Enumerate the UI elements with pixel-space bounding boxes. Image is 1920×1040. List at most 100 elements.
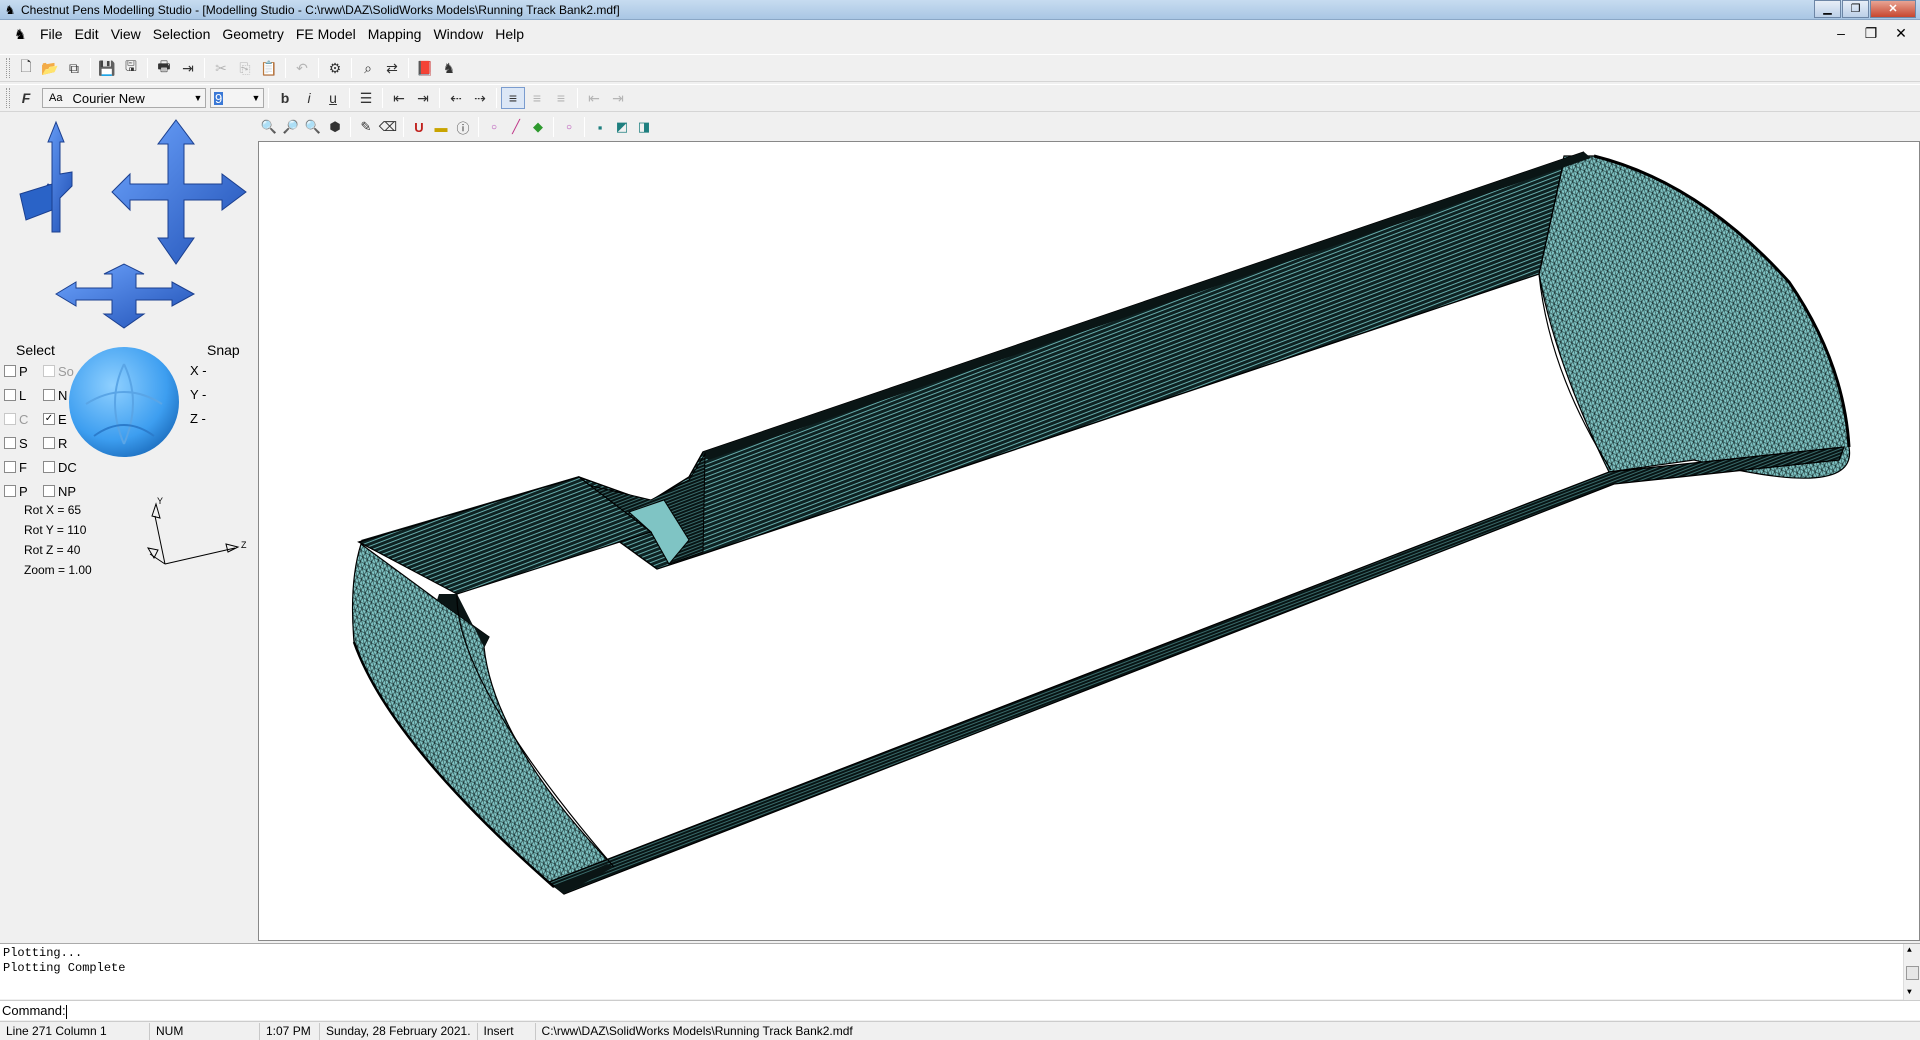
print-icon[interactable]: 🖶 (152, 57, 176, 79)
zoom-out-icon[interactable]: 🔍 (302, 116, 324, 138)
align-right-icon[interactable]: ≡ (549, 87, 573, 109)
output-scrollbar[interactable]: ▲ ▼ (1903, 944, 1920, 1000)
bullet-list-icon[interactable]: ☰ (354, 87, 378, 109)
toolbar-grip[interactable] (6, 88, 10, 108)
decrease-indent-icon[interactable]: ⇤ (387, 87, 411, 109)
surface-icon[interactable]: ◆ (527, 116, 549, 138)
font-name-select[interactable]: Aa Courier New ▼ (42, 88, 206, 108)
replace-icon[interactable]: ⇄ (380, 57, 404, 79)
toolbar-grip[interactable] (6, 58, 10, 78)
model-viewport[interactable] (258, 141, 1920, 941)
pan-arrows-icon[interactable] (111, 119, 247, 265)
export-icon[interactable]: ⇥ (176, 57, 200, 79)
zoom-window-icon[interactable]: 🔎 (280, 116, 302, 138)
maximize-button[interactable]: ❐ (1842, 0, 1869, 18)
select-dc-checkbox[interactable] (43, 461, 55, 473)
mdi-restore-button[interactable]: ❐ (1856, 22, 1886, 44)
open-multiple-icon[interactable]: ⧉ (62, 57, 86, 79)
menu-file[interactable]: File (34, 23, 69, 45)
font-size-select[interactable]: 9 ▼ (210, 88, 264, 108)
justify-icon[interactable]: ⇤ (582, 87, 606, 109)
menu-help[interactable]: Help (489, 23, 530, 45)
select-label: Select (16, 342, 55, 358)
node-icon[interactable]: ○ (558, 116, 580, 138)
rotate-vertical-arrow-icon[interactable] (19, 120, 73, 233)
snap-z[interactable]: Z - (190, 411, 206, 426)
menu-view[interactable]: View (105, 23, 147, 45)
select-surface-checkbox[interactable] (4, 437, 16, 449)
run-icon[interactable]: ⚙ (323, 57, 347, 79)
select-curve-checkbox[interactable] (4, 413, 16, 425)
document-icon[interactable]: ♞ (14, 26, 34, 43)
new-file-icon[interactable]: 🗋 (14, 57, 38, 79)
align-center-icon[interactable]: ≡ (525, 87, 549, 109)
chevron-down-icon[interactable]: ▼ (191, 93, 205, 103)
menu-bar: ♞ File Edit View Selection Geometry FE M… (0, 22, 1920, 46)
select-face-checkbox[interactable] (4, 461, 16, 473)
magnet-icon[interactable]: U (408, 116, 430, 138)
trackball-sphere[interactable] (66, 344, 186, 464)
underline-icon[interactable]: u (321, 87, 345, 109)
select-r-checkbox[interactable] (43, 437, 55, 449)
indent-icon[interactable]: ⇢ (468, 87, 492, 109)
close-button[interactable]: ✕ (1870, 0, 1916, 18)
window-controls: ▁ ❐ ✕ (1813, 0, 1916, 18)
mesh-point-icon[interactable]: ▪ (589, 116, 611, 138)
paste-icon[interactable]: 📋 (257, 57, 281, 79)
output-console[interactable]: Plotting... Plotting Complete ▲ ▼ (0, 943, 1920, 1000)
save-all-icon[interactable]: 🖫 (119, 57, 143, 79)
ruler-icon[interactable]: ▬ (430, 116, 452, 138)
help-figure-icon[interactable]: ♞ (437, 57, 461, 79)
select-point-checkbox[interactable] (4, 365, 16, 377)
cut-icon[interactable]: ✂ (209, 57, 233, 79)
zoom-fit-icon[interactable]: ⬢ (324, 116, 346, 138)
menu-window[interactable]: Window (427, 23, 489, 45)
command-line[interactable]: Command: (0, 1000, 1920, 1020)
scroll-thumb[interactable] (1906, 966, 1919, 980)
book-icon[interactable]: 📕 (413, 57, 437, 79)
outdent-icon[interactable]: ⇠ (444, 87, 468, 109)
select-line-label: L (19, 387, 27, 403)
select-p2-checkbox[interactable] (4, 485, 16, 497)
menu-fe-model[interactable]: FE Model (290, 23, 362, 45)
mdi-close-button[interactable]: ✕ (1886, 22, 1916, 44)
app-icon[interactable]: ♞ (3, 3, 17, 17)
undo-icon[interactable]: ↶ (290, 57, 314, 79)
italic-icon[interactable]: i (297, 87, 321, 109)
menu-selection[interactable]: Selection (147, 23, 217, 45)
select-np-checkbox[interactable] (43, 485, 55, 497)
mesh-line-icon[interactable]: ◩ (611, 116, 633, 138)
find-icon[interactable]: ⌕ (356, 57, 380, 79)
chevron-down-icon[interactable]: ▼ (249, 93, 263, 103)
copy-icon[interactable]: ⎘ (233, 57, 257, 79)
snap-y[interactable]: Y - (190, 387, 206, 402)
info-icon[interactable]: ⓘ (452, 116, 474, 138)
bold-icon[interactable]: b (273, 87, 297, 109)
select-node-checkbox[interactable] (43, 389, 55, 401)
rotate-horizontal-arrow-icon[interactable] (55, 263, 196, 329)
point-icon[interactable]: ○ (483, 116, 505, 138)
line-icon[interactable]: ╱ (505, 116, 527, 138)
snap-label: Snap (207, 342, 240, 358)
select-line-checkbox[interactable] (4, 389, 16, 401)
menu-mapping[interactable]: Mapping (362, 23, 428, 45)
scroll-down-icon[interactable]: ▼ (1907, 988, 1912, 997)
menu-edit[interactable]: Edit (69, 23, 105, 45)
font-style-icon[interactable]: F (14, 87, 38, 109)
zoom-in-icon[interactable]: 🔍 (258, 116, 280, 138)
scroll-up-icon[interactable]: ▲ (1907, 946, 1912, 955)
menu-geometry[interactable]: Geometry (216, 23, 289, 45)
open-folder-icon[interactable]: 📂 (38, 57, 62, 79)
save-icon[interactable]: 💾 (95, 57, 119, 79)
wrap-icon[interactable]: ⇥ (606, 87, 630, 109)
eraser-icon[interactable]: ⌫ (377, 116, 399, 138)
increase-indent-icon[interactable]: ⇥ (411, 87, 435, 109)
align-left-icon[interactable]: ≡ (501, 87, 525, 109)
mesh-surface-icon[interactable]: ◨ (633, 116, 655, 138)
select-solid-checkbox[interactable] (43, 365, 55, 377)
pencil-icon[interactable]: ✎ (355, 116, 377, 138)
select-element-checkbox[interactable]: ✓ (43, 413, 55, 425)
snap-x[interactable]: X - (190, 363, 207, 378)
minimize-button[interactable]: ▁ (1814, 0, 1841, 18)
mdi-minimize-button[interactable]: – (1826, 22, 1856, 44)
